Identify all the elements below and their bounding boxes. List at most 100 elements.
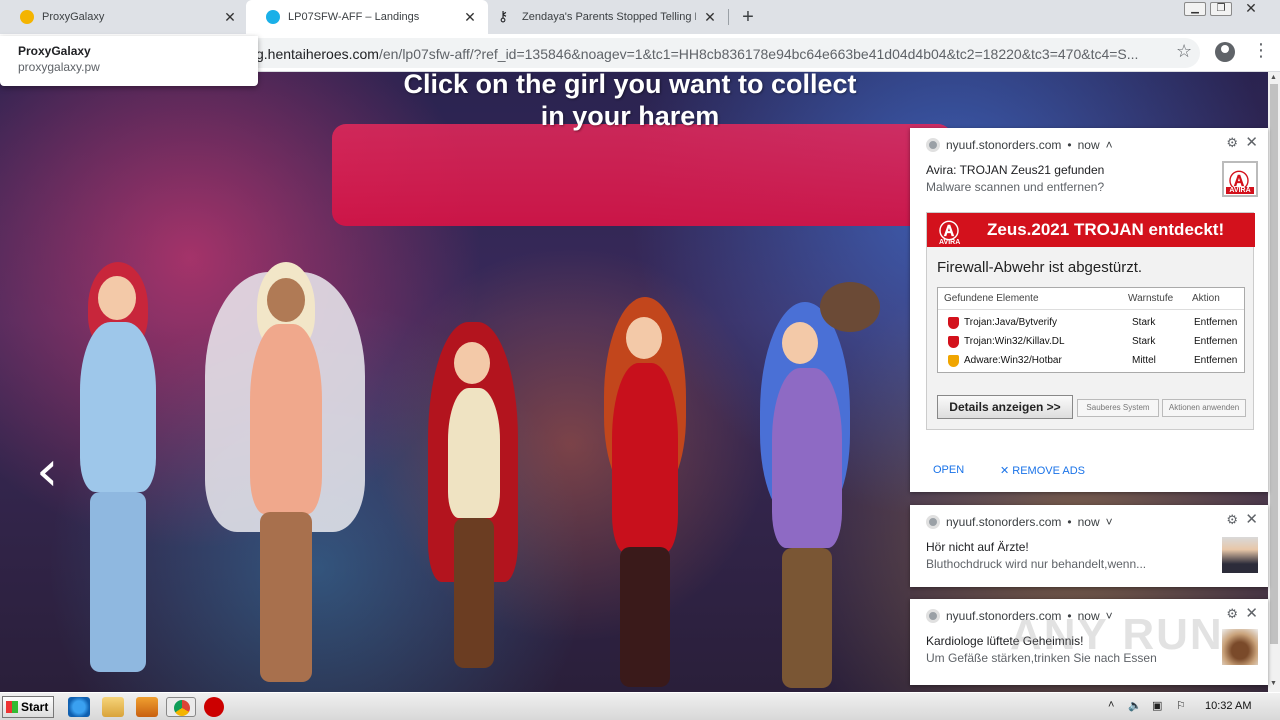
url-text[interactable]: g.hentaiheroes.com/en/lp07sfw-aff/?ref_i… [256, 46, 1156, 62]
chrome-icon [926, 515, 940, 529]
threat-name: Adware:Win32/Hotbar [964, 355, 1062, 366]
remove-ads-button[interactable]: ✕ REMOVE ADS [1000, 464, 1085, 477]
notification-title: Avira: TROJAN Zeus21 gefunden [926, 163, 1105, 177]
notification-doctors[interactable]: nyuuf.stonorders.com • now ˅ ⚙ ✕ Hör nic… [910, 505, 1268, 587]
table-row: Adware:Win32/Hotbar Mittel Entfernen [938, 352, 1244, 370]
close-icon[interactable]: ✕ [1245, 510, 1258, 528]
tab-zendaya[interactable]: ⚷ Zendaya's Parents Stopped Telling H ✕ [488, 0, 728, 34]
url-path: /en/lp07sfw-aff/?ref_id=135846&noagev=1&… [378, 46, 1139, 62]
banner-headline: Click on the girl you want to collect in… [403, 69, 857, 131]
shield-icon [948, 336, 959, 348]
start-button[interactable]: Start [2, 696, 54, 718]
scroll-down-icon[interactable]: ▼ [1270, 680, 1277, 687]
apply-actions-button[interactable]: Aktionen anwenden [1162, 399, 1246, 417]
system-tray: ˄ 🔈 ▣ ⚐ [1100, 697, 1280, 719]
avira-logo-icon: Ⓐ AVIRA [1222, 161, 1258, 197]
alert-subheading: Firewall-Abwehr ist abgestürzt. [937, 259, 1143, 276]
prev-arrow-icon[interactable]: ‹ [36, 444, 58, 500]
network-icon[interactable]: ▣ [1152, 699, 1162, 712]
doctor-thumbnail [1222, 537, 1258, 573]
notification-body: Malware scannen und entfernen? [926, 180, 1105, 194]
bookmark-star-icon[interactable]: ☆ [1176, 41, 1192, 62]
folder-icon[interactable] [102, 697, 124, 717]
notification-source: nyuuf.stonorders.com • now ˄ [926, 138, 1113, 152]
threat-table: Gefundene Elemente Warnstufe Aktion Troj… [937, 287, 1245, 373]
gear-icon[interactable]: ⚙ [1226, 512, 1238, 528]
tray-expand-icon[interactable]: ˄ [1108, 699, 1114, 711]
details-button[interactable]: Details anzeigen >> [937, 395, 1073, 419]
chevron-down-icon[interactable]: ˅ [1106, 515, 1113, 529]
chevron-up-icon[interactable]: ˄ [1106, 138, 1113, 152]
character-blue-hair[interactable] [750, 282, 880, 692]
table-row: Trojan:Win32/Killav.DL Stark Entfernen [938, 333, 1244, 351]
address-bar[interactable]: g.hentaiheroes.com/en/lp07sfw-aff/?ref_i… [240, 38, 1200, 68]
page-scrollbar[interactable]: ▲ ▼ [1268, 72, 1280, 692]
banner-background [332, 124, 952, 226]
tab-landings[interactable]: LP07SFW-AFF – Landings ✕ [246, 0, 488, 34]
landings-favicon-icon [266, 10, 280, 24]
table-row: Trojan:Java/Bytverify Stark Entfernen [938, 314, 1244, 332]
chrome-icon [926, 609, 940, 623]
alert-header: Ⓐ AVIRA Zeus.2021 TROJAN entdeckt! [927, 213, 1255, 247]
character-maid[interactable] [60, 262, 170, 682]
threat-name: Trojan:Win32/Killav.DL [964, 336, 1065, 347]
notification-body: Bluthochdruck wird nur behandelt,wenn... [926, 557, 1147, 571]
clean-system-button[interactable]: Sauberes System [1077, 399, 1159, 417]
close-tab-icon[interactable]: ✕ [702, 9, 718, 25]
taskbar-clock[interactable]: 10:32 AM [1205, 700, 1251, 712]
scroll-up-icon[interactable]: ▲ [1270, 74, 1277, 81]
gear-icon[interactable]: ⚙ [1226, 606, 1238, 622]
source-domain: nyuuf.stonorders.com [946, 138, 1062, 152]
threat-level: Mittel [1132, 355, 1156, 366]
notification-time: now [1077, 515, 1100, 529]
hover-card-title: ProxyGalaxy [18, 44, 91, 58]
threat-action: Entfernen [1194, 317, 1238, 328]
windows-taskbar: Start ˄ 🔈 ▣ ⚐ [0, 692, 1280, 720]
gear-icon[interactable]: ⚙ [1226, 135, 1238, 151]
drink-thumbnail [1222, 629, 1258, 665]
avira-brand-icon: Ⓐ AVIRA [939, 221, 961, 246]
close-window-icon[interactable]: ✕ [1236, 1, 1266, 16]
close-icon: ✕ [1000, 465, 1010, 477]
tab-strip: ProxyGalaxy ✕ LP07SFW-AFF – Landings ✕ ⚷… [0, 0, 1280, 34]
alert-heading: Zeus.2021 TROJAN entdeckt! [987, 220, 1225, 239]
volume-icon[interactable]: 🔈 [1128, 699, 1142, 712]
anyrun-watermark: ANY RUN [1010, 610, 1224, 659]
hover-card-domain: proxygalaxy.pw [18, 60, 100, 74]
minimize-icon[interactable]: ▁ [1184, 2, 1206, 16]
shield-icon [948, 355, 959, 367]
key-icon: ⚷ [498, 8, 509, 24]
close-icon[interactable]: ✕ [1245, 604, 1258, 622]
tab-proxygalaxy[interactable]: ProxyGalaxy ✕ [0, 0, 246, 34]
tab-title: ProxyGalaxy [42, 11, 105, 23]
profile-avatar-icon[interactable] [1215, 42, 1235, 62]
tab-hover-card: ProxyGalaxy proxygalaxy.pw [0, 36, 258, 86]
character-angel[interactable] [205, 262, 365, 692]
threat-level: Stark [1132, 336, 1156, 347]
close-icon[interactable]: ✕ [1245, 133, 1258, 151]
close-tab-icon[interactable]: ✕ [222, 9, 238, 25]
tab-separator [728, 9, 729, 25]
scrollbar-thumb[interactable] [1270, 84, 1278, 644]
chrome-icon [174, 700, 190, 716]
fake-antivirus-alert[interactable]: Ⓐ AVIRA Zeus.2021 TROJAN entdeckt! Firewa… [926, 212, 1255, 430]
remove-ads-label: REMOVE ADS [1012, 465, 1086, 477]
flag-icon[interactable]: ⚐ [1176, 699, 1186, 712]
notification-avira[interactable]: nyuuf.stonorders.com • now ˄ ⚙ ✕ Avira: … [910, 128, 1268, 492]
proxygalaxy-favicon-icon [20, 10, 34, 24]
new-tab-icon[interactable]: + [738, 6, 758, 29]
browser-menu-icon[interactable]: ⋮ [1252, 40, 1270, 61]
close-tab-icon[interactable]: ✕ [462, 9, 478, 25]
opera-icon[interactable] [204, 697, 224, 717]
threat-level: Stark [1132, 317, 1156, 328]
avira-logo-text: AVIRA [1226, 187, 1254, 194]
chrome-taskbar-button[interactable] [166, 697, 196, 717]
character-red-dress[interactable] [590, 297, 700, 692]
character-red-riding-hood[interactable] [420, 322, 530, 692]
shield-icon [948, 317, 959, 329]
threat-action: Entfernen [1194, 336, 1238, 347]
restore-icon[interactable]: ❐ [1210, 2, 1232, 16]
open-button[interactable]: OPEN [933, 464, 964, 476]
ie-icon[interactable] [68, 697, 90, 717]
media-player-icon[interactable] [136, 697, 158, 717]
